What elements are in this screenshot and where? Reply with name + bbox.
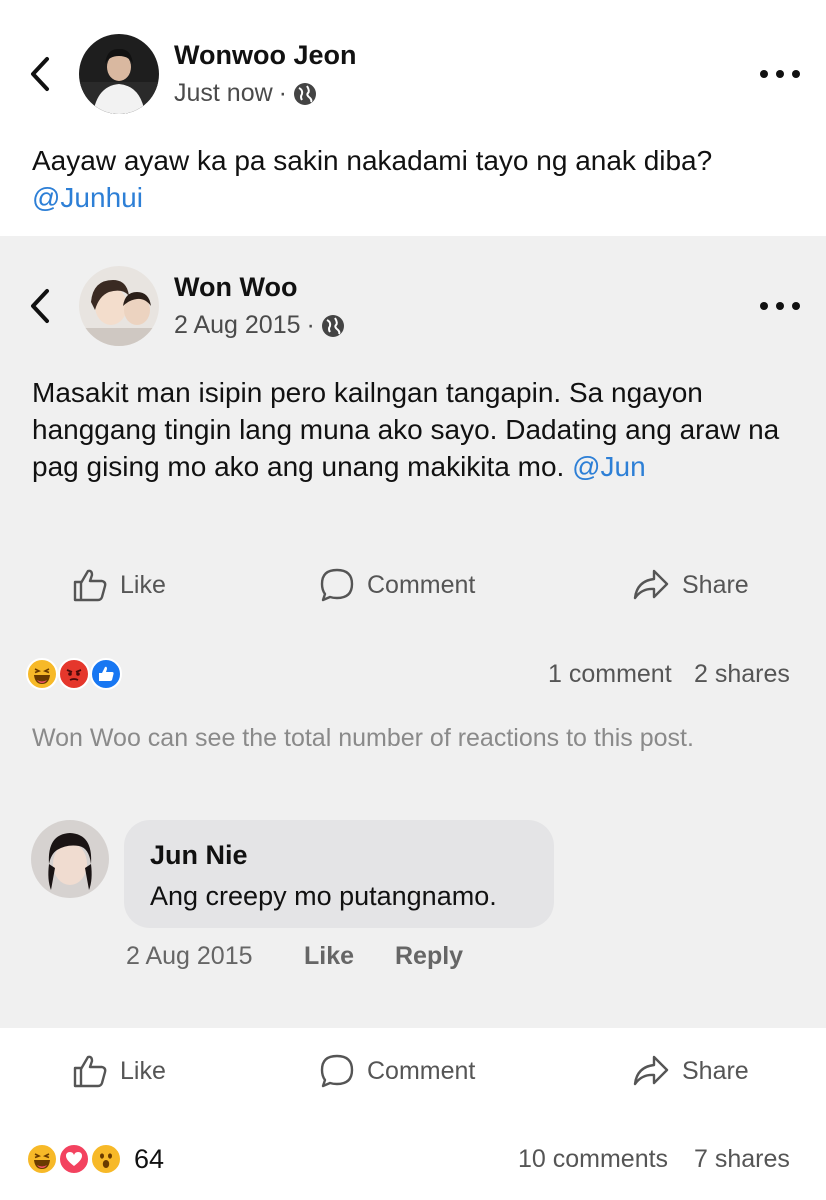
share-icon (633, 569, 669, 600)
avatar[interactable] (79, 34, 159, 114)
shared-post-body: Masakit man isipin pero kailngan tangapi… (32, 377, 780, 482)
share-label: Share (682, 570, 749, 599)
mention-link[interactable]: @Junhui (32, 182, 143, 213)
share-count[interactable]: 7 shares (694, 1145, 790, 1174)
like-label: Like (120, 1056, 166, 1085)
shared-like-button[interactable]: Like (72, 567, 166, 603)
shared-share-button[interactable]: Share (632, 567, 749, 603)
globe-icon (294, 82, 316, 105)
love-icon (58, 1143, 90, 1175)
back-button[interactable] (26, 54, 54, 94)
author-name[interactable]: Wonwoo Jeon (174, 40, 357, 71)
shared-reactions[interactable] (26, 658, 126, 690)
shared-post-text: Masakit man isipin pero kailngan tangapi… (32, 374, 802, 485)
comment-button[interactable]: Comment (319, 1053, 475, 1089)
thumbs-up-icon (73, 1055, 107, 1088)
shared-author-avatar[interactable] (79, 266, 159, 346)
shared-comment-count[interactable]: 1 comment (548, 660, 672, 689)
mention-link[interactable]: @Jun (572, 451, 646, 482)
share-button[interactable]: Share (632, 1053, 749, 1089)
comment-reply-button[interactable]: Reply (395, 942, 463, 971)
shared-more-options-button[interactable] (760, 296, 800, 316)
shared-author-name[interactable]: Won Woo (174, 272, 297, 303)
wow-icon (90, 1143, 122, 1175)
share-label: Share (682, 1056, 749, 1085)
comment-label: Comment (367, 1056, 476, 1085)
comment-count[interactable]: 10 comments (518, 1145, 668, 1174)
haha-icon (26, 658, 58, 690)
comment-like-button[interactable]: Like (304, 942, 354, 971)
comment-icon (320, 1054, 354, 1088)
like-button[interactable]: Like (72, 1053, 166, 1089)
separator-dot: · (306, 311, 315, 339)
more-icon (760, 70, 768, 78)
angry-icon (58, 658, 90, 690)
haha-icon (26, 1143, 58, 1175)
shared-back-button[interactable] (26, 286, 54, 326)
shared-comment-button[interactable]: Comment (319, 567, 475, 603)
like-icon (90, 658, 122, 690)
post-meta: Just now · (174, 79, 317, 108)
commenter-name[interactable]: Jun Nie (150, 840, 248, 871)
shared-post-date[interactable]: 2 Aug 2015 (174, 311, 301, 340)
commenter-avatar[interactable] (31, 820, 109, 898)
comment-text: Ang creepy mo putangnamo. (150, 881, 497, 911)
comment-label: Comment (367, 570, 476, 599)
post-body: Aayaw ayaw ka pa sakin nakadami tayo ng … (32, 145, 713, 176)
like-label: Like (120, 570, 166, 599)
reaction-count[interactable]: 64 (134, 1144, 164, 1175)
separator-dot: · (278, 79, 287, 107)
post-text: Aayaw ayaw ka pa sakin nakadami tayo ng … (32, 142, 792, 216)
comment-icon (320, 568, 354, 602)
thumbs-up-icon (73, 569, 107, 602)
share-icon (633, 1055, 669, 1086)
post-time[interactable]: Just now (174, 79, 273, 108)
comment-date: 2 Aug 2015 (126, 942, 253, 970)
more-options-button[interactable] (760, 64, 800, 84)
chevron-left-icon (31, 57, 49, 91)
globe-icon (321, 314, 344, 337)
post-reactions[interactable] (26, 1143, 126, 1175)
more-icon (760, 302, 768, 310)
shared-post-meta: 2 Aug 2015 · (174, 311, 345, 340)
reactions-notice: Won Woo can see the total number of reac… (32, 724, 694, 752)
shared-share-count[interactable]: 2 shares (694, 660, 790, 689)
chevron-left-icon (31, 289, 49, 323)
